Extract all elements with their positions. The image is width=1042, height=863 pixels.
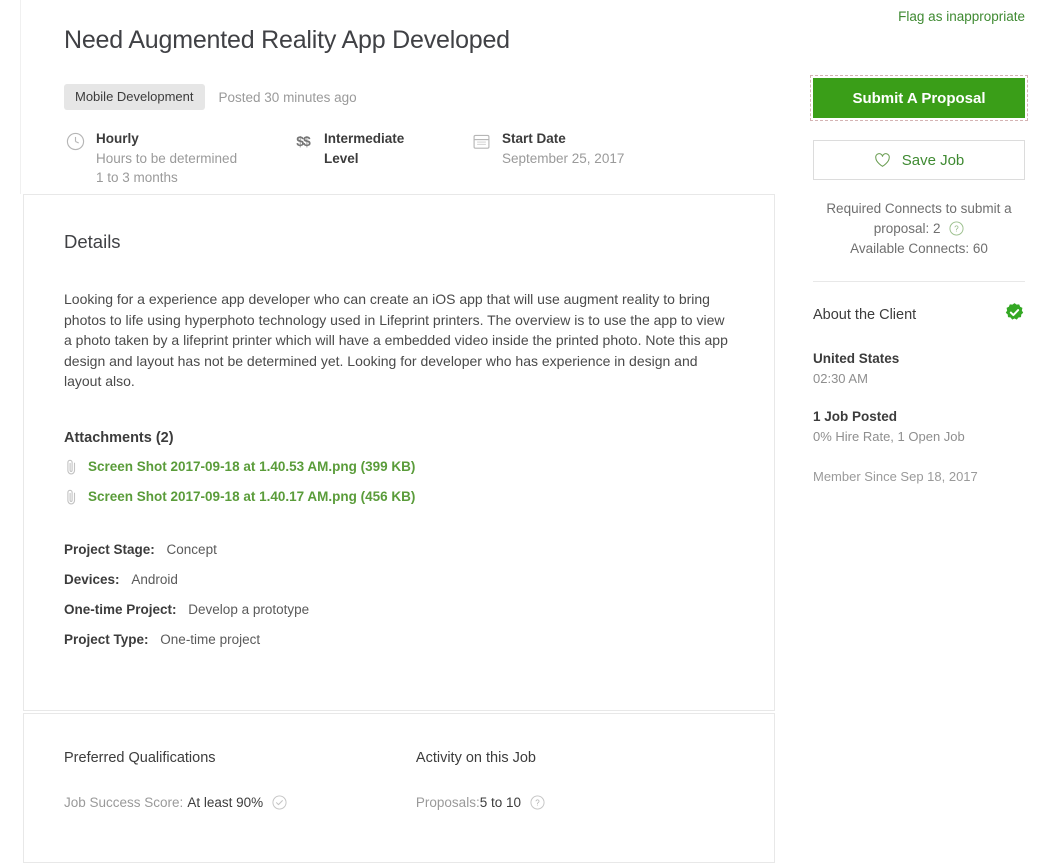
attachment-item[interactable]: Screen Shot 2017-09-18 at 1.40.17 AM.png… (64, 488, 734, 506)
posted-time: Posted 30 minutes ago (218, 89, 357, 105)
job-success-score-row: Job Success Score: At least 90% (64, 795, 416, 810)
save-job-button[interactable]: Save Job (813, 140, 1025, 180)
paperclip-icon (64, 488, 86, 506)
spec-label: Project Stage: (64, 541, 155, 557)
page-title: Need Augmented Reality App Developed (64, 25, 510, 54)
heart-icon (874, 152, 891, 168)
client-jobs-posted: 1 Job Posted (813, 409, 898, 424)
job-details-page: Need Augmented Reality App Developed Mob… (0, 0, 1042, 863)
attachment-item[interactable]: Screen Shot 2017-09-18 at 1.40.53 AM.png… (64, 458, 734, 476)
save-job-label: Save Job (901, 151, 965, 169)
svg-text:?: ? (955, 225, 960, 234)
spec-value: Concept (166, 541, 217, 557)
preferred-qualifications-heading: Preferred Qualifications (64, 750, 216, 766)
connects-required-line1: Required Connects to submit a (826, 201, 1012, 216)
spec-value: One-time project (160, 631, 261, 647)
client-location-block: United States 02:30 AM (813, 351, 1025, 386)
fact-hourly-sub1: Hours to be determined (96, 150, 238, 166)
fact-hourly-sub2: 1 to 3 months (96, 170, 178, 186)
check-circle-icon (272, 795, 287, 810)
spec-row: Project Type: One-time project (64, 632, 734, 647)
verified-badge-icon (1004, 302, 1025, 328)
attachments-heading: Attachments (2) (64, 429, 174, 446)
fact-level-sub1: Level (324, 150, 359, 166)
activity-heading: Activity on this Job (415, 750, 536, 766)
help-icon[interactable]: ? (949, 221, 964, 236)
preferred-qualifications-section: Preferred Qualifications Job Success Sco… (64, 750, 416, 810)
client-local-time: 02:30 AM (813, 371, 868, 386)
client-hire-rate: 0% Hire Rate, 1 Open Job (813, 429, 965, 444)
spec-label: Project Type: (64, 631, 149, 647)
connects-available: Available Connects: 60 (850, 241, 988, 256)
client-jobs-block: 1 Job Posted 0% Hire Rate, 1 Open Job (813, 409, 1025, 444)
spec-row: Project Stage: Concept (64, 542, 734, 557)
clock-icon (64, 130, 86, 152)
attachment-name[interactable]: Screen Shot 2017-09-18 at 1.40.53 AM.png… (88, 459, 415, 474)
details-heading: Details (64, 231, 121, 252)
calendar-icon (470, 130, 492, 152)
connects-required-line2: proposal: 2 (873, 221, 941, 236)
activity-section: Activity on this Job Proposals: 5 to 10 … (416, 750, 734, 810)
proposals-value: 5 to 10 (479, 795, 521, 810)
job-success-score-value: At least 90% (187, 795, 264, 810)
job-success-score-label: Job Success Score: (64, 795, 184, 810)
attachment-name[interactable]: Screen Shot 2017-09-18 at 1.40.17 AM.png… (88, 489, 415, 504)
about-client-heading: About the Client (813, 307, 917, 323)
spec-label: Devices: (64, 571, 120, 587)
spec-row: Devices: Android (64, 572, 734, 587)
spec-row: One-time Project: Develop a prototype (64, 602, 734, 617)
proposals-row: Proposals: 5 to 10 ? (416, 795, 734, 810)
project-specs: Project Stage: Concept Devices: Android … (64, 542, 734, 647)
fact-start-date-title: Start Date (502, 131, 566, 146)
fact-level-title: Intermediate (324, 131, 405, 146)
fact-level: $$ Intermediate Level (292, 129, 470, 188)
fact-start-date-value: September 25, 2017 (502, 150, 625, 166)
spec-value: Android (131, 571, 178, 587)
about-client-header: About the Client (813, 302, 1025, 328)
paperclip-icon (64, 458, 86, 476)
dollars-glyph: $$ (296, 133, 311, 149)
job-meta-row: Mobile Development Posted 30 minutes ago (64, 84, 766, 110)
connects-info: Required Connects to submit a proposal: … (813, 199, 1025, 259)
job-facts: Hourly Hours to be determined 1 to 3 mon… (64, 129, 766, 188)
spec-label: One-time Project: (64, 601, 177, 617)
details-card: Details Looking for a experience app dev… (23, 194, 775, 711)
sidebar: Submit A Proposal Save Job Required Conn… (810, 0, 1028, 484)
dollars-icon: $$ (292, 130, 314, 152)
proposals-label: Proposals: (415, 795, 480, 810)
submit-proposal-button[interactable]: Submit A Proposal (810, 75, 1028, 121)
help-icon[interactable]: ? (530, 795, 545, 810)
fact-hourly-title: Hourly (96, 131, 139, 146)
client-country: United States (813, 351, 900, 366)
details-description: Looking for a experience app developer w… (64, 291, 728, 389)
fact-start-date: Start Date September 25, 2017 (470, 129, 624, 188)
fact-hourly: Hourly Hours to be determined 1 to 3 mon… (64, 129, 292, 188)
spec-value: Develop a prototype (188, 601, 310, 617)
client-member-since: Member Since Sep 18, 2017 (813, 469, 978, 484)
svg-text:?: ? (535, 799, 540, 808)
category-badge[interactable]: Mobile Development (64, 84, 205, 110)
sidebar-divider (813, 281, 1025, 282)
qualifications-activity-card: Preferred Qualifications Job Success Sco… (23, 713, 775, 863)
